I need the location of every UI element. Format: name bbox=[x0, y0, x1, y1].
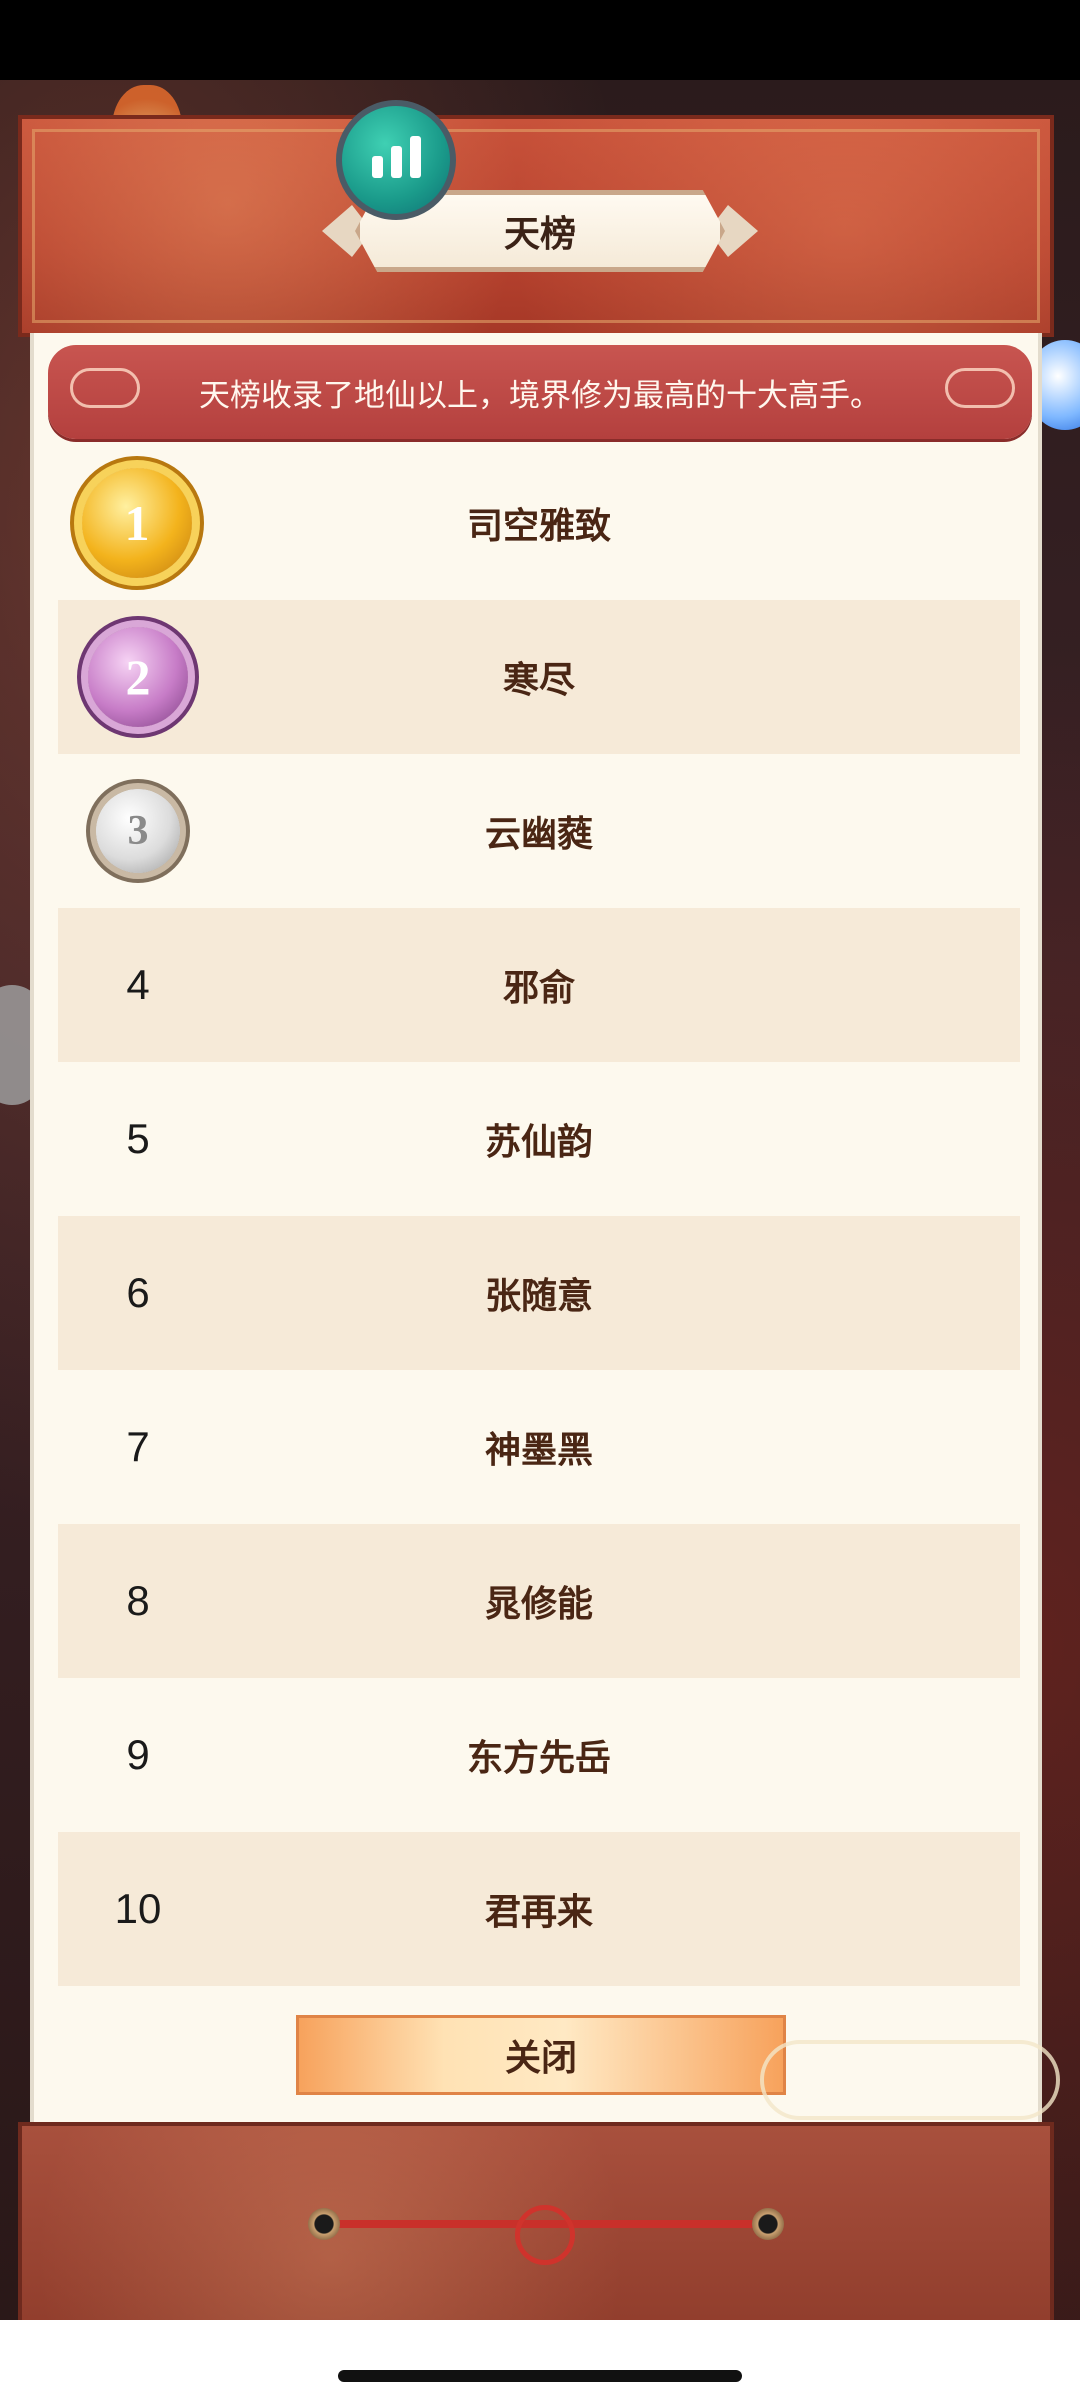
system-navigation-bar bbox=[0, 2320, 1080, 2400]
ranking-row: 8 晁修能 bbox=[58, 1524, 1020, 1678]
red-knot-decoration bbox=[515, 2205, 575, 2265]
scroll-rod-end bbox=[308, 2208, 340, 2240]
player-name: 司空雅致 bbox=[466, 506, 611, 547]
bar-chart-icon bbox=[371, 156, 383, 178]
scroll-rod-end bbox=[752, 2208, 784, 2240]
bar-chart-icon bbox=[390, 146, 402, 178]
status-bar bbox=[0, 0, 1080, 80]
player-name: 神墨黑 bbox=[484, 1430, 593, 1471]
player-name: 寒尽 bbox=[502, 660, 575, 701]
player-name: 苏仙韵 bbox=[484, 1122, 593, 1163]
player-name: 君再来 bbox=[484, 1892, 593, 1933]
ranking-row: 1 司空雅致 bbox=[58, 446, 1020, 600]
banner-ornament-left bbox=[70, 368, 140, 408]
ranking-row: 4 邪俞 bbox=[58, 908, 1020, 1062]
player-name: 晁修能 bbox=[484, 1584, 593, 1625]
home-indicator[interactable] bbox=[338, 2370, 742, 2382]
stats-button[interactable] bbox=[336, 100, 456, 220]
description-text: 天榜收录了地仙以上，境界修为最高的十大高手。 bbox=[199, 377, 881, 414]
cloud-decoration bbox=[760, 2040, 1060, 2120]
close-button-label: 关闭 bbox=[504, 2038, 577, 2079]
ranking-row: 5 苏仙韵 bbox=[58, 1062, 1020, 1216]
bar-chart-icon bbox=[409, 136, 421, 178]
close-button[interactable]: 关闭 bbox=[296, 2015, 786, 2095]
ranking-row: 3 云幽蕤 bbox=[58, 754, 1020, 908]
ranking-list: 1 司空雅致 2 寒尽 3 云幽蕤 4 邪俞 5 苏仙韵 6 张随意 7 神墨黑… bbox=[58, 446, 1020, 1986]
ranking-row: 6 张随意 bbox=[58, 1216, 1020, 1370]
ranking-row: 10 君再来 bbox=[58, 1832, 1020, 1986]
description-banner: 天榜收录了地仙以上，境界修为最高的十大高手。 bbox=[48, 345, 1032, 439]
player-name: 东方先岳 bbox=[466, 1738, 611, 1779]
player-name: 张随意 bbox=[484, 1276, 593, 1317]
page-title-text: 天榜 bbox=[503, 214, 576, 255]
banner-ornament-right bbox=[945, 368, 1015, 408]
player-name: 云幽蕤 bbox=[484, 814, 593, 855]
ranking-row: 9 东方先岳 bbox=[58, 1678, 1020, 1832]
player-name: 邪俞 bbox=[502, 968, 575, 1009]
ranking-row: 7 神墨黑 bbox=[58, 1370, 1020, 1524]
ranking-row: 2 寒尽 bbox=[58, 600, 1020, 754]
